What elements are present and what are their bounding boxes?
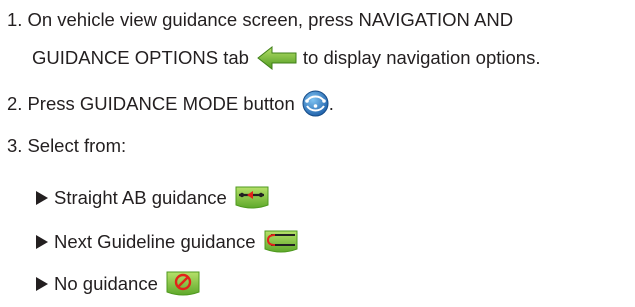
option-label: Straight AB guidance xyxy=(54,186,227,208)
step-3-text: Select from: xyxy=(27,135,127,156)
bullet-triangle-icon xyxy=(36,190,48,205)
straight-ab-icon xyxy=(234,184,270,211)
step-2-number: 2. xyxy=(7,92,23,114)
no-guidance-icon xyxy=(165,270,201,298)
step-1-number: 1. xyxy=(7,9,23,30)
option-straight-ab: Straight AB guidance xyxy=(36,184,270,211)
green-left-arrow-icon xyxy=(257,46,297,70)
step-1-text-line-1: On vehicle view guidance screen, press N… xyxy=(27,9,514,30)
step-1-text-after-icon: to display navigation options. xyxy=(302,47,541,68)
option-no-guidance: No guidance xyxy=(36,270,201,298)
bullet-triangle-icon xyxy=(36,277,48,291)
step-1-line-1: 1. On vehicle view guidance screen, pres… xyxy=(7,9,513,31)
step-1-text-before-icon: GUIDANCE OPTIONS tab xyxy=(32,47,249,68)
instruction-document: 1. On vehicle view guidance screen, pres… xyxy=(0,0,635,307)
option-label: No guidance xyxy=(54,273,158,294)
guidance-mode-icon xyxy=(302,90,329,117)
step-2-line: 2. Press GUIDANCE MODE button . xyxy=(7,90,334,117)
step-3-number: 3. xyxy=(7,135,23,156)
step-3-line: 3. Select from: xyxy=(7,135,126,157)
bullet-triangle-icon xyxy=(36,234,48,249)
option-label: Next Guideline guidance xyxy=(54,230,256,252)
option-next-guideline: Next Guideline guidance xyxy=(36,228,299,255)
step-2-text: Press GUIDANCE MODE button xyxy=(27,92,295,114)
step-1-line-2: GUIDANCE OPTIONS tab to display navigati… xyxy=(32,46,540,70)
step-2-period: . xyxy=(328,92,334,114)
next-guideline-icon xyxy=(263,228,299,255)
